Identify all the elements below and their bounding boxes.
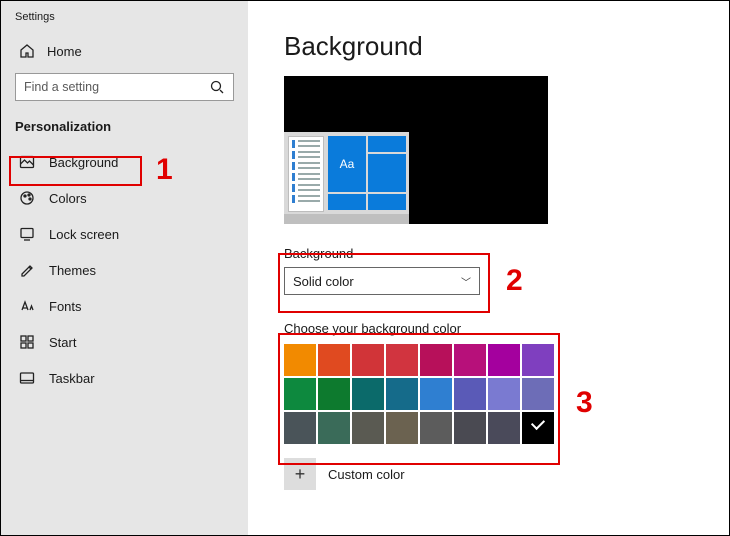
color-swatch[interactable] <box>454 378 486 410</box>
color-swatch[interactable] <box>488 378 520 410</box>
custom-color-label: Custom color <box>328 467 405 482</box>
nav-item-lockscreen[interactable]: Lock screen <box>1 216 248 252</box>
themes-icon <box>19 262 35 278</box>
color-swatch[interactable] <box>284 344 316 376</box>
nav-item-label: Lock screen <box>49 227 119 242</box>
color-swatch[interactable] <box>284 412 316 444</box>
nav-item-label: Fonts <box>49 299 82 314</box>
color-swatch[interactable] <box>488 412 520 444</box>
desktop-preview: Aa <box>284 76 548 224</box>
preview-start-tiles: Aa <box>328 136 406 212</box>
preview-window <box>288 136 324 212</box>
color-swatch[interactable] <box>386 412 418 444</box>
color-swatch[interactable] <box>352 412 384 444</box>
nav-item-taskbar[interactable]: Taskbar <box>1 360 248 396</box>
color-swatch[interactable] <box>318 378 350 410</box>
custom-color-button[interactable]: + <box>284 458 316 490</box>
color-swatch[interactable] <box>352 344 384 376</box>
taskbar-icon <box>19 370 35 386</box>
nav-item-background[interactable]: Background <box>1 144 248 180</box>
color-swatch[interactable] <box>420 412 452 444</box>
app-title: Settings <box>1 9 248 35</box>
color-swatch[interactable] <box>488 344 520 376</box>
settings-sidebar: Settings Home Find a setting Personaliza… <box>1 1 248 535</box>
plus-icon: + <box>295 464 306 485</box>
color-swatch[interactable] <box>522 378 554 410</box>
color-swatch[interactable] <box>386 378 418 410</box>
background-dropdown[interactable]: Solid color ﹀ <box>284 267 480 295</box>
color-swatch[interactable] <box>454 344 486 376</box>
search-input[interactable]: Find a setting <box>15 73 234 101</box>
lockscreen-icon <box>19 226 35 242</box>
search-placeholder: Find a setting <box>24 80 209 94</box>
nav-item-themes[interactable]: Themes <box>1 252 248 288</box>
color-swatch[interactable] <box>352 378 384 410</box>
fonts-icon <box>19 298 35 314</box>
main-content: Background Aa Background Solid color ﹀ C… <box>248 1 729 535</box>
color-swatch[interactable] <box>522 412 554 444</box>
preview-taskbar <box>284 214 409 224</box>
search-icon <box>209 79 225 95</box>
color-swatch[interactable] <box>454 412 486 444</box>
nav-item-label: Taskbar <box>49 371 95 386</box>
nav-item-fonts[interactable]: Fonts <box>1 288 248 324</box>
color-swatch[interactable] <box>420 344 452 376</box>
nav-item-colors[interactable]: Colors <box>1 180 248 216</box>
palette-label: Choose your background color <box>284 321 729 336</box>
background-dropdown-value: Solid color <box>293 274 354 289</box>
start-icon <box>19 334 35 350</box>
colors-icon <box>19 190 35 206</box>
color-swatch[interactable] <box>386 344 418 376</box>
chevron-down-icon: ﹀ <box>461 274 471 289</box>
color-palette <box>284 344 729 444</box>
preview-aa-tile: Aa <box>328 136 366 192</box>
home-nav[interactable]: Home <box>1 35 248 67</box>
nav-item-label: Background <box>49 155 118 170</box>
page-heading: Background <box>284 31 729 62</box>
background-icon <box>19 154 35 170</box>
color-swatch[interactable] <box>420 378 452 410</box>
home-label: Home <box>47 44 82 59</box>
color-swatch[interactable] <box>522 344 554 376</box>
background-field-label: Background <box>284 246 729 261</box>
color-swatch[interactable] <box>318 344 350 376</box>
section-title: Personalization <box>1 101 248 144</box>
home-icon <box>19 43 35 59</box>
nav-item-start[interactable]: Start <box>1 324 248 360</box>
nav-item-label: Colors <box>49 191 87 206</box>
color-swatch[interactable] <box>284 378 316 410</box>
nav-item-label: Start <box>49 335 76 350</box>
color-swatch[interactable] <box>318 412 350 444</box>
nav-item-label: Themes <box>49 263 96 278</box>
nav-list: Background Colors Lock screen Themes Fonts St… <box>1 144 248 396</box>
